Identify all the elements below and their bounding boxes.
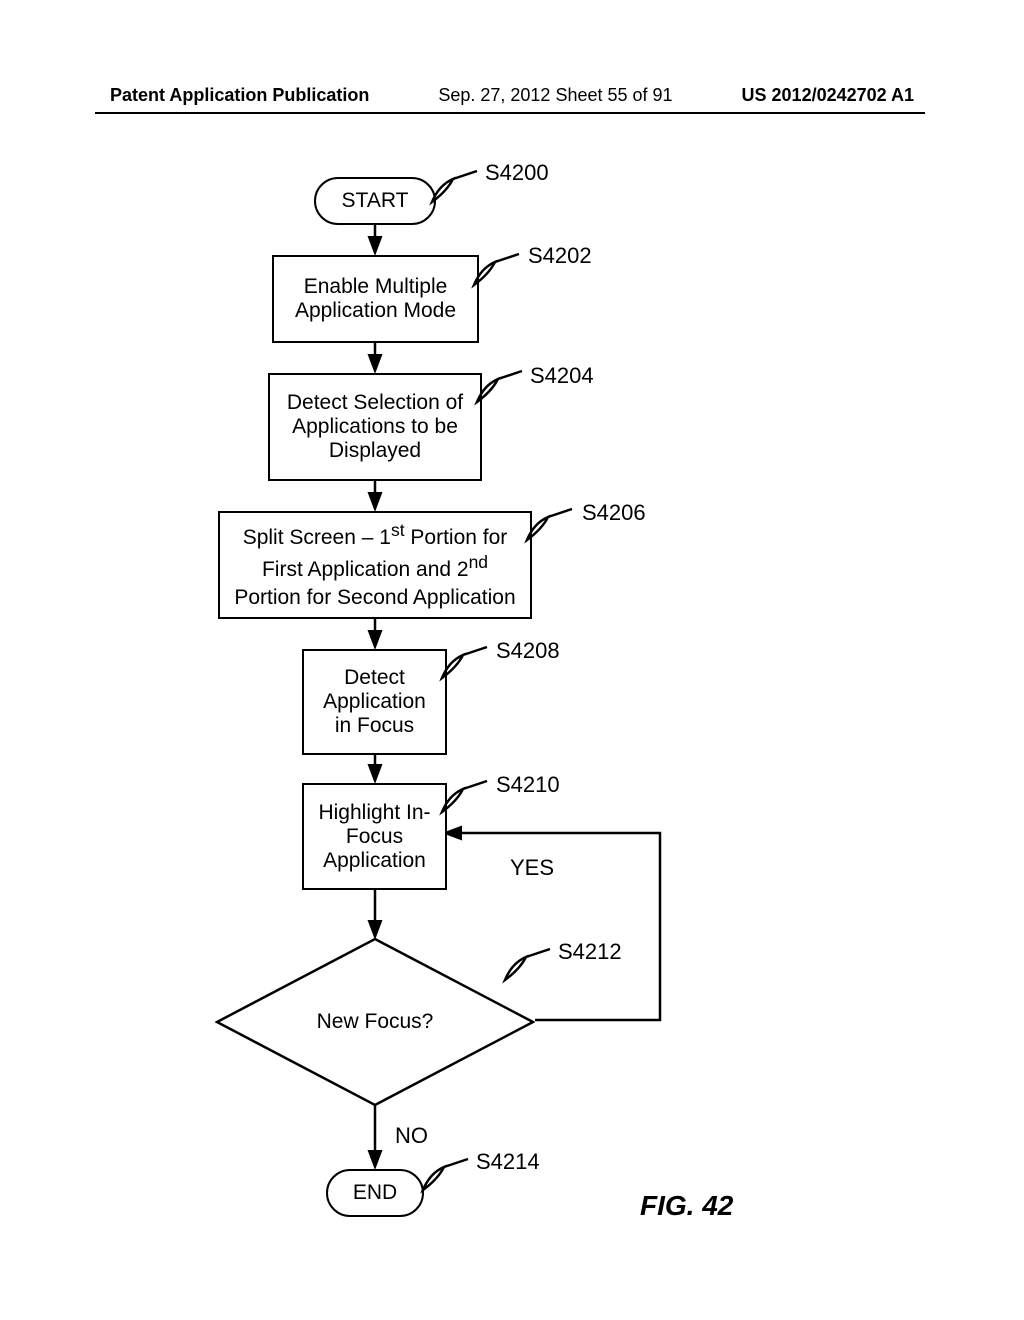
branch-no: NO (395, 1123, 428, 1149)
step-label-s4212: S4212 (558, 939, 622, 965)
branch-yes: YES (510, 855, 554, 881)
step-label-s4206: S4206 (582, 500, 646, 526)
header-pub-number: US 2012/0242702 A1 (742, 85, 914, 106)
page-header: Patent Application Publication Sep. 27, … (0, 85, 1024, 106)
decision-new-focus: New Focus? (215, 937, 535, 1107)
terminal-start: START (314, 177, 436, 225)
step-label-s4200: S4200 (485, 160, 549, 186)
step-label-s4210: S4210 (496, 772, 560, 798)
process-detect-selection: Detect Selection of Applications to be D… (268, 373, 482, 481)
step-label-s4208: S4208 (496, 638, 560, 664)
s4212-text: New Focus? (215, 1010, 535, 1034)
step-label-s4214: S4214 (476, 1149, 540, 1175)
s4208-text: Detect Application in Focus (315, 666, 435, 738)
process-split-screen: Split Screen – 1st Portion for First App… (218, 511, 532, 619)
header-divider (95, 112, 925, 114)
terminal-end: END (326, 1169, 424, 1217)
s4206-line1: Split Screen – 1st Portion for (243, 519, 508, 551)
process-detect-focus: Detect Application in Focus (302, 649, 447, 755)
end-text: END (353, 1181, 397, 1205)
step-label-s4204: S4204 (530, 363, 594, 389)
callout-icon (418, 1155, 473, 1195)
header-sheet-info: Sep. 27, 2012 Sheet 55 of 91 (438, 85, 672, 106)
s4204-text: Detect Selection of Applications to be D… (280, 391, 470, 463)
s4206-line2: First Application and 2nd (262, 551, 488, 583)
header-publication: Patent Application Publication (110, 85, 369, 106)
process-enable-multiple-app-mode: Enable Multiple Application Mode (272, 255, 479, 343)
start-text: START (342, 189, 409, 213)
process-highlight-focus: Highlight In-Focus Application (302, 783, 447, 890)
s4210-text: Highlight In-Focus Application (315, 801, 435, 873)
figure-label: FIG. 42 (640, 1190, 733, 1222)
flow-connectors (0, 155, 1024, 1305)
s4206-line3: Portion for Second Application (234, 584, 515, 611)
step-label-s4202: S4202 (528, 243, 592, 269)
s4202-text: Enable Multiple Application Mode (288, 275, 463, 323)
